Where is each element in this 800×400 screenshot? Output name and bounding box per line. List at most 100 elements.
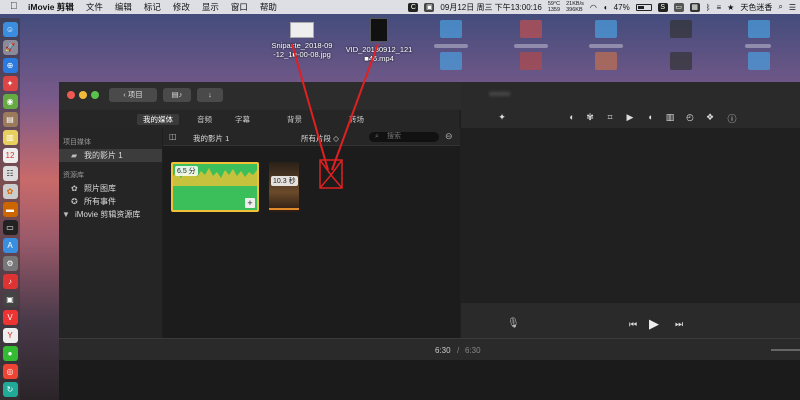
screenshot-status-icon[interactable]: ▣ — [424, 2, 435, 12]
crop-icon[interactable]: ⌗ — [605, 112, 615, 123]
star-icon[interactable]: ★ — [727, 3, 734, 12]
volume-icon[interactable]: ◖ — [603, 3, 608, 12]
settings-icon[interactable]: ⚙ — [2, 256, 18, 271]
desktop-file-icon[interactable] — [670, 20, 692, 38]
zoom-slider[interactable] — [771, 349, 800, 351]
safari-icon[interactable]: ⊕ — [2, 58, 18, 73]
menu-modify[interactable]: 修改 — [173, 1, 190, 13]
photo-icon[interactable]: ▤ — [2, 112, 18, 127]
sidebar-item-my-movie[interactable]: ▰ 我的影片 1 — [59, 149, 162, 162]
search-input[interactable]: ⌕ 搜索 — [369, 132, 439, 142]
desktop-folder-icon[interactable] — [440, 52, 462, 70]
microphone-icon[interactable]: 🎙 — [507, 318, 520, 329]
s-app-icon[interactable]: S — [657, 2, 668, 12]
sidebar-item-photos[interactable]: ✿ 照片图库 — [59, 182, 162, 195]
desktop-file-screenshot[interactable]: Snipaste_2018-09 -12_1■-00-08.jpg — [264, 22, 340, 59]
tab-audio[interactable]: 音频 — [191, 114, 218, 125]
settings-circle-icon[interactable]: ⊖ — [445, 131, 453, 142]
tab-transitions[interactable]: 转场 — [343, 114, 370, 125]
minimize-button[interactable] — [79, 91, 87, 99]
desktop-folder-icon[interactable] — [440, 20, 462, 38]
section-libraries: 资源库 — [63, 172, 84, 179]
menu-help[interactable]: 帮助 — [260, 1, 277, 13]
apple-menu-icon[interactable]:  — [10, 2, 20, 12]
desktop-folder-icon[interactable] — [748, 20, 770, 38]
display-icon[interactable]: ▭ — [673, 2, 684, 12]
yandex-icon[interactable]: Y — [2, 328, 18, 343]
finder-icon[interactable]: ☺ — [2, 22, 18, 37]
menu-edit[interactable]: 编辑 — [115, 1, 132, 13]
menu-window[interactable]: 窗口 — [231, 1, 248, 13]
notification-center-icon[interactable]: ☰ — [789, 3, 796, 12]
desktop-folder-icon[interactable] — [595, 20, 617, 38]
menu-mark[interactable]: 标记 — [144, 1, 161, 13]
battery-icon[interactable] — [635, 3, 652, 11]
vivaldi-icon[interactable]: V — [2, 310, 18, 325]
accessibility-icon[interactable]: ✦ — [2, 76, 18, 91]
speed-icon[interactable]: ◴ — [685, 112, 695, 123]
skip-forward-icon[interactable]: ⏭ — [675, 319, 683, 330]
photos-icon[interactable]: ✿ — [2, 184, 18, 199]
menu-file[interactable]: 文件 — [86, 1, 103, 13]
weibo-icon[interactable]: ◎ — [2, 364, 18, 379]
sync-icon[interactable]: ↻ — [2, 382, 18, 397]
launchpad-icon[interactable]: 🚀 — [2, 40, 18, 55]
desktop-file-icon[interactable] — [520, 20, 542, 38]
user-name[interactable]: 天色迷香 — [740, 2, 772, 13]
desktop-folder-icon[interactable] — [748, 52, 770, 70]
reminders-icon[interactable]: ☷ — [2, 166, 18, 181]
wechat-icon[interactable]: ● — [2, 346, 18, 361]
desktop-file-icon[interactable] — [670, 52, 692, 70]
battery-percent[interactable]: 47% — [614, 3, 630, 12]
desktop-file-icon[interactable] — [520, 52, 542, 70]
network-stats[interactable]: 21KB/s 396KB — [566, 1, 584, 13]
back-to-projects-button[interactable]: ‹ 项目 — [109, 88, 157, 102]
viewer-screen[interactable] — [461, 128, 800, 303]
import-button[interactable]: ↓ — [197, 88, 223, 102]
grid-app-icon[interactable]: ▦ — [689, 2, 700, 12]
android-icon[interactable]: ◉ — [2, 94, 18, 109]
info-icon[interactable]: ⓘ — [727, 112, 737, 125]
equalizer-icon[interactable]: ▥ — [665, 112, 675, 123]
clip-filter-select[interactable]: 所有片段 ◇ — [301, 133, 339, 144]
tab-my-media[interactable]: 我的媒体 — [137, 114, 179, 125]
add-clip-button[interactable]: + — [245, 198, 255, 208]
skip-back-icon[interactable]: ⏮ — [629, 319, 637, 330]
sidebar-item-library[interactable]: ▼ iMovie 剪辑资源库 — [59, 208, 162, 221]
music-icon[interactable]: ♪ — [2, 274, 18, 289]
clip-thumbnail-1[interactable]: 6.5 分 + — [171, 162, 259, 212]
monitor-icon[interactable]: ▣ — [2, 292, 18, 307]
play-icon[interactable]: ▶ — [649, 316, 659, 332]
menu-list-icon[interactable]: ≡ — [717, 3, 722, 12]
volume-icon[interactable]: ◖ — [645, 112, 655, 122]
clock[interactable]: 09月12日 周三 下午13:00:16 — [440, 2, 541, 13]
wifi-icon[interactable]: ◠ — [590, 3, 597, 12]
terminal-icon[interactable]: ▭ — [2, 220, 18, 235]
filter-icon[interactable]: ❖ — [705, 112, 715, 123]
menu-app-name[interactable]: iMovie 剪辑 — [28, 1, 74, 13]
stabilization-camera-icon[interactable]: ▶ — [625, 112, 635, 123]
clip-thumbnail-2[interactable]: 10.3 秒 — [269, 162, 299, 212]
color-balance-icon[interactable]: ◐ — [567, 112, 577, 122]
search-icon[interactable]: ⌕ — [778, 2, 782, 12]
tab-backgrounds[interactable]: 背景 — [281, 114, 308, 125]
desktop-file-video[interactable]: VID_20180912_121 ■46.mp4 — [340, 18, 418, 63]
tab-titles[interactable]: 字幕 — [229, 114, 256, 125]
media-import-button[interactable]: ▤♪ — [163, 88, 191, 102]
app-store-icon[interactable]: A — [2, 238, 18, 253]
books-icon[interactable]: ▬ — [2, 202, 18, 217]
desktop-file-icon[interactable] — [595, 52, 617, 70]
zoom-button[interactable] — [91, 91, 99, 99]
sidebar-toggle-icon[interactable]: ◫ — [169, 132, 177, 141]
notes-icon[interactable]: ▥ — [2, 130, 18, 145]
menu-view[interactable]: 显示 — [202, 1, 219, 13]
color-correction-icon[interactable]: ✾ — [585, 112, 595, 123]
close-button[interactable] — [67, 91, 75, 99]
calendar-icon[interactable]: 12 — [2, 148, 18, 163]
timeline[interactable] — [59, 360, 800, 400]
system-stats[interactable]: 59°C 1359 — [548, 1, 560, 13]
sidebar-item-all-events[interactable]: ✪ 所有事件 — [59, 195, 162, 208]
bluetooth-icon[interactable]: ᛒ — [706, 3, 711, 12]
c-status-icon[interactable]: C — [408, 2, 419, 12]
magic-wand-icon[interactable]: ✦ — [497, 112, 507, 123]
